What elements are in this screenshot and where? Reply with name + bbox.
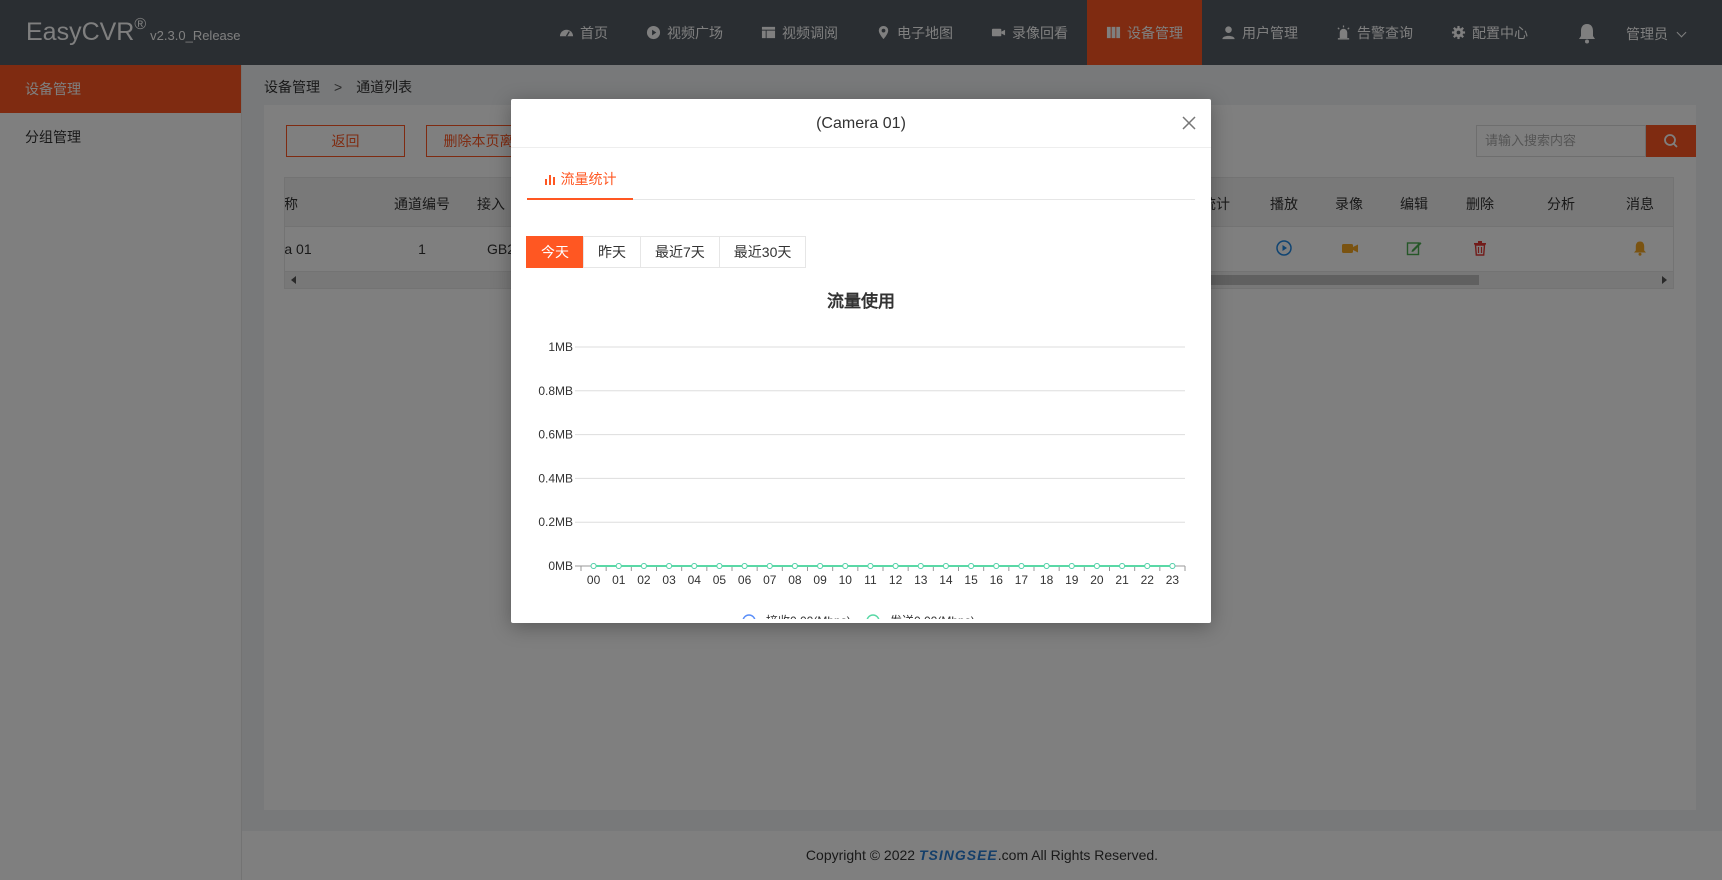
series-point[interactable] [993,563,1000,569]
x-tick-label: 22 [1141,573,1155,587]
traffic-stats-dialog: (Camera 01) 流量统计 今天 昨天 最近7天 最近30天 流量使用 0MB 0.… [511,99,1211,623]
x-tick-label: 04 [688,573,702,587]
x-tick-label: 07 [763,573,777,587]
x-tick-label: 11 [864,573,877,587]
series-point[interactable] [1018,563,1025,569]
series-point[interactable] [817,563,824,569]
x-tick-label: 02 [637,573,651,587]
range-button-2[interactable]: 最近7天 [640,236,720,268]
series-point[interactable] [917,563,924,569]
y-tick-label: 0.8MB [538,384,573,398]
x-tick-label: 00 [587,573,601,587]
series-point[interactable] [1093,563,1100,569]
x-tick-label: 01 [612,573,626,587]
x-tick-label: 20 [1090,573,1104,587]
x-tick-label: 14 [939,573,953,587]
series-point[interactable] [1068,563,1075,569]
legend-marker[interactable] [866,614,880,619]
close-icon[interactable] [1181,115,1197,131]
x-tick-label: 18 [1040,573,1054,587]
x-tick-label: 10 [839,573,853,587]
tab-label: 流量统计 [560,171,617,187]
x-tick-label: 16 [990,573,1004,587]
legend-label[interactable]: 接收0.00(Mbps) [766,613,851,619]
series-point[interactable] [892,563,899,569]
series-point[interactable] [1144,563,1151,569]
series-point[interactable] [716,563,723,569]
series-point[interactable] [1119,563,1126,569]
series-point[interactable] [1043,563,1050,569]
x-tick-label: 06 [738,573,752,587]
series-point[interactable] [766,563,773,569]
range-button-0[interactable]: 今天 [526,236,584,268]
series-point[interactable] [842,563,849,569]
y-tick-label: 0.2MB [538,515,573,529]
dialog-title: (Camera 01) [511,99,1211,148]
series-point[interactable] [867,563,874,569]
x-tick-label: 05 [713,573,727,587]
x-tick-label: 12 [889,573,903,587]
bar-chart-icon [544,175,555,185]
series-point[interactable] [1169,563,1176,569]
series-point[interactable] [590,563,597,569]
legend-marker[interactable] [742,614,756,619]
x-tick-label: 23 [1166,573,1180,587]
tab-traffic-stats[interactable]: 流量统计 [527,162,633,200]
series-point[interactable] [615,563,622,569]
y-tick-label: 0.6MB [538,428,573,442]
x-tick-label: 09 [813,573,827,587]
range-button-3[interactable]: 最近30天 [718,236,807,268]
legend-label[interactable]: 发送0.00(Mbps) [890,613,975,619]
y-tick-label: 1MB [548,340,573,354]
x-tick-label: 21 [1115,573,1129,587]
series-point[interactable] [666,563,673,569]
dialog-tabs: 流量统计 [527,162,1195,200]
series-point[interactable] [640,563,647,569]
y-tick-label: 0MB [548,559,573,573]
x-tick-label: 15 [964,573,978,587]
range-button-1[interactable]: 昨天 [583,236,641,268]
traffic-chart: 流量使用 0MB 0.2MB 0.4MB 0.6MB 0.8MB 1MB 00 01 02 03 04… [538,291,1186,619]
series-point[interactable] [968,563,975,569]
x-tick-label: 03 [662,573,676,587]
series-point[interactable] [691,563,698,569]
date-range-group: 今天 昨天 最近7天 最近30天 [526,236,807,268]
y-tick-label: 0.4MB [538,471,573,485]
x-tick-label: 08 [788,573,802,587]
series-point[interactable] [741,563,748,569]
x-tick-label: 17 [1015,573,1029,587]
x-tick-label: 13 [914,573,928,587]
chart-title: 流量使用 [827,291,895,311]
series-point[interactable] [791,563,798,569]
x-tick-label: 19 [1065,573,1079,587]
series-point[interactable] [942,563,949,569]
